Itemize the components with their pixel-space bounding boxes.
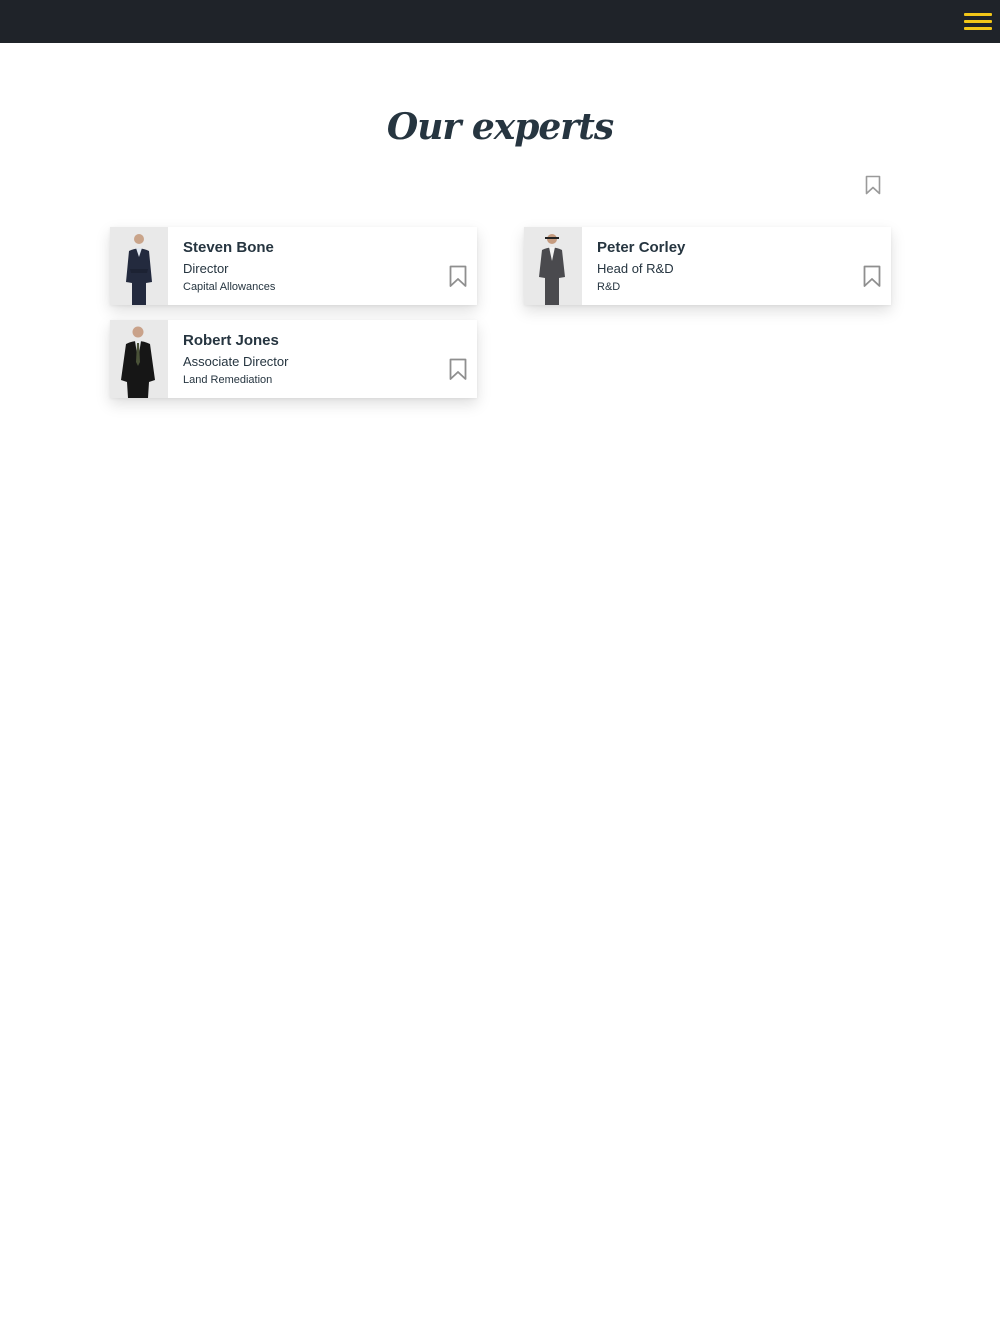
bookmark-icon[interactable] [448, 358, 468, 381]
expert-card[interactable]: Steven Bone Director Capital Allowances [110, 227, 477, 305]
top-navigation-bar [0, 0, 1000, 43]
expert-department: R&D [597, 281, 621, 293]
expert-name[interactable]: Steven Bone [183, 239, 274, 256]
bookmark-icon[interactable] [862, 265, 882, 288]
expert-card[interactable]: Peter Corley Head of R&D R&D [524, 227, 891, 305]
bookmark-icon[interactable] [448, 265, 468, 288]
expert-photo [524, 227, 582, 305]
bookmarks-list-icon[interactable] [864, 175, 882, 195]
expert-department: Capital Allowances [183, 281, 276, 293]
expert-name[interactable]: Peter Corley [597, 239, 685, 256]
expert-role: Head of R&D [597, 261, 674, 276]
expert-photo [110, 320, 168, 398]
page-title: Our experts [386, 106, 614, 148]
expert-department: Land Remediation [183, 374, 273, 386]
hamburger-menu-icon[interactable] [964, 11, 992, 33]
expert-role: Associate Director [183, 354, 289, 369]
expert-photo [110, 227, 168, 305]
expert-card[interactable]: Robert Jones Associate Director Land Rem… [110, 320, 477, 398]
expert-name[interactable]: Robert Jones [183, 332, 279, 349]
expert-role: Director [183, 261, 229, 276]
